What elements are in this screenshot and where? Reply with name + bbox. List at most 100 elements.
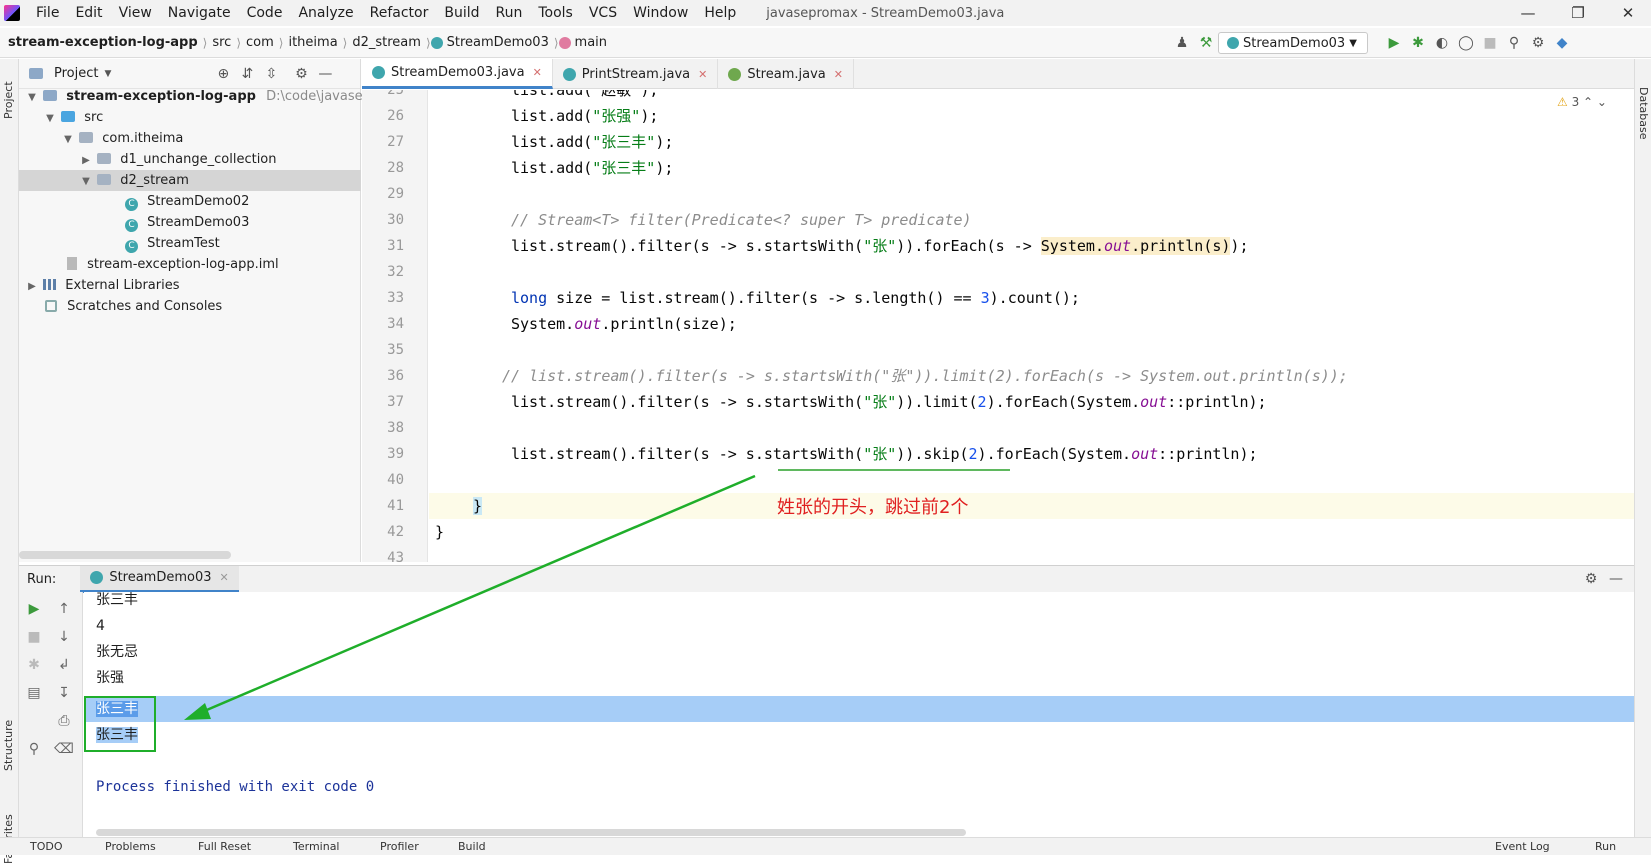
menu-edit[interactable]: Edit — [67, 0, 110, 26]
breadcrumb-d2-stream[interactable]: d2_stream — [347, 35, 426, 50]
debug-icon[interactable]: ✱ — [1406, 32, 1430, 54]
menu-help[interactable]: Help — [696, 0, 744, 26]
code-text: } — [473, 497, 483, 515]
tab-printstream[interactable]: PrintStream.java ✕ — [553, 59, 719, 89]
gear-icon[interactable]: ⚙ — [289, 63, 313, 85]
pin-icon[interactable]: ⚲ — [23, 738, 45, 760]
scroll-to-end-icon[interactable]: ↧ — [53, 682, 75, 704]
run-icon[interactable]: ▶ — [1382, 32, 1406, 54]
run-configuration-select[interactable]: StreamDemo03 ▼ — [1218, 32, 1368, 54]
tab-stream[interactable]: Stream.java ✕ — [718, 59, 854, 89]
breadcrumb-src[interactable]: src — [207, 35, 236, 50]
hide-panel-icon[interactable]: — — [1604, 568, 1628, 590]
run-tab-streamdemo03[interactable]: StreamDemo03 ✕ — [80, 565, 239, 593]
breadcrumb-com[interactable]: com — [241, 35, 279, 50]
code-text: System. — [511, 315, 575, 333]
tree-item-d2-stream[interactable]: ▼ d2_stream — [19, 170, 361, 191]
layout-icon[interactable]: ▤ — [23, 682, 45, 704]
close-window-icon[interactable]: ✕ — [1605, 0, 1651, 26]
close-icon[interactable]: ✕ — [834, 68, 843, 81]
rerun-icon[interactable]: ▶ — [23, 598, 45, 620]
gear-icon[interactable]: ⚙ — [1526, 32, 1550, 54]
menu-analyze[interactable]: Analyze — [290, 0, 361, 26]
menu-window[interactable]: Window — [625, 0, 696, 26]
search-icon[interactable]: ⚲ — [1502, 32, 1526, 54]
terminal-tool-button[interactable]: Terminal — [293, 840, 340, 853]
problems-tool-button[interactable]: Problems — [105, 840, 156, 853]
tree-item-streamdemo03[interactable]: C StreamDemo03 — [19, 212, 361, 233]
stop-icon[interactable]: ■ — [1478, 32, 1502, 54]
menu-tools[interactable]: Tools — [530, 0, 581, 26]
gear-icon[interactable]: ⚙ — [1579, 568, 1603, 590]
menu-file[interactable]: File — [28, 0, 67, 26]
code-text: list.add("赵敏"); — [511, 90, 659, 99]
hide-panel-icon[interactable]: — — [313, 63, 337, 85]
profiler-tool-button[interactable]: Profiler — [380, 840, 419, 853]
menu-vcs[interactable]: VCS — [581, 0, 625, 26]
locate-icon[interactable]: ⊕ — [211, 63, 235, 85]
breadcrumb-method[interactable]: main — [575, 35, 612, 50]
menu-navigate[interactable]: Navigate — [160, 0, 239, 26]
breadcrumb-project[interactable]: stream-exception-log-app — [0, 35, 203, 50]
class-icon — [372, 66, 385, 79]
soft-wrap-icon[interactable]: ↲ — [53, 654, 75, 676]
hammer-build-icon[interactable]: ⚒ — [1194, 32, 1218, 54]
tree-item-label: stream-exception-log-app — [66, 89, 256, 104]
project-panel-title[interactable]: Project — [54, 66, 98, 81]
tree-item-com-itheima[interactable]: ▼ com.itheima — [19, 128, 361, 149]
expand-all-icon[interactable]: ⇵ — [235, 63, 259, 85]
static-field: out — [1131, 445, 1159, 463]
close-icon[interactable]: ✕ — [698, 68, 707, 81]
menu-code[interactable]: Code — [239, 0, 291, 26]
tree-item-streamdemo02[interactable]: C StreamDemo02 — [19, 191, 361, 212]
maximize-icon[interactable]: ❐ — [1555, 0, 1601, 26]
keyword: long — [511, 289, 548, 307]
trash-icon[interactable]: ⌫ — [53, 738, 75, 760]
tree-item-scratches[interactable]: Scratches and Consoles — [19, 296, 361, 317]
code-editor[interactable]: list.add("赵敏"); list.add("张强"); list.add… — [429, 90, 1634, 562]
tree-item-label: StreamTest — [147, 236, 220, 251]
structure-tool-button[interactable]: Structure — [2, 720, 15, 771]
menu-run[interactable]: Run — [488, 0, 531, 26]
tree-item-src[interactable]: ▼ src — [19, 107, 361, 128]
todo-tool-button[interactable]: TODO — [30, 840, 63, 853]
event-log-button[interactable]: Event Log — [1495, 840, 1550, 853]
breadcrumb-itheima[interactable]: itheima — [283, 35, 342, 50]
tab-streamdemo03[interactable]: StreamDemo03.java ✕ — [362, 59, 553, 89]
warnings-badge[interactable]: ⚠ 3 ⌃ ⌄ — [1557, 95, 1607, 109]
database-tool-button[interactable]: Database — [1637, 87, 1650, 140]
minimize-icon[interactable]: — — [1505, 0, 1551, 26]
profile-icon[interactable]: ◯ — [1454, 32, 1478, 54]
tree-item-streamtest[interactable]: C StreamTest — [19, 233, 361, 254]
console-output[interactable]: 张三丰 4 张无忌 张强 张三丰 张三丰 Process finished wi… — [84, 592, 1634, 837]
menu-build[interactable]: Build — [436, 0, 487, 26]
full-reset-button[interactable]: Full Reset — [198, 840, 251, 853]
run-tool-button[interactable]: Run — [1595, 840, 1616, 853]
menu-refactor[interactable]: Refactor — [362, 0, 437, 26]
tree-item-d1-unchange-collection[interactable]: ▶ d1_unchange_collection — [19, 149, 361, 170]
menu-view[interactable]: View — [111, 0, 160, 26]
tree-item-external-libraries[interactable]: ▶ External Libraries — [19, 275, 361, 296]
stop-icon[interactable]: ■ — [23, 626, 45, 648]
project-tool-button[interactable]: Project — [2, 81, 15, 119]
debug-icon[interactable]: ✱ — [23, 654, 45, 676]
tree-item-project-root[interactable]: ▼ stream-exception-log-app D:\code\javas… — [19, 86, 384, 107]
close-icon[interactable]: ✕ — [533, 66, 542, 79]
print-icon[interactable]: ⎙ — [53, 710, 75, 732]
coverage-icon[interactable]: ◐ — [1430, 32, 1454, 54]
plugin-icon[interactable]: ◆ — [1550, 32, 1574, 54]
user-icon[interactable]: ♟ — [1170, 32, 1194, 54]
tree-item-iml-file[interactable]: stream-exception-log-app.iml — [19, 254, 361, 275]
horizontal-scrollbar[interactable] — [19, 551, 231, 559]
build-tool-button[interactable]: Build — [458, 840, 486, 853]
run-panel-label: Run: — [27, 571, 57, 587]
console-scrollbar[interactable] — [96, 829, 966, 836]
collapse-all-icon[interactable]: ⇳ — [259, 63, 283, 85]
chevron-down-icon[interactable]: ▼ — [104, 69, 111, 79]
arrow-up-icon[interactable]: ↑ — [53, 598, 75, 620]
close-icon[interactable]: ✕ — [220, 571, 229, 584]
code-text: .println(s) — [1131, 237, 1231, 255]
folder-icon — [43, 90, 58, 101]
arrow-down-icon[interactable]: ↓ — [53, 626, 75, 648]
breadcrumb-class[interactable]: StreamDemo03 — [447, 35, 554, 50]
